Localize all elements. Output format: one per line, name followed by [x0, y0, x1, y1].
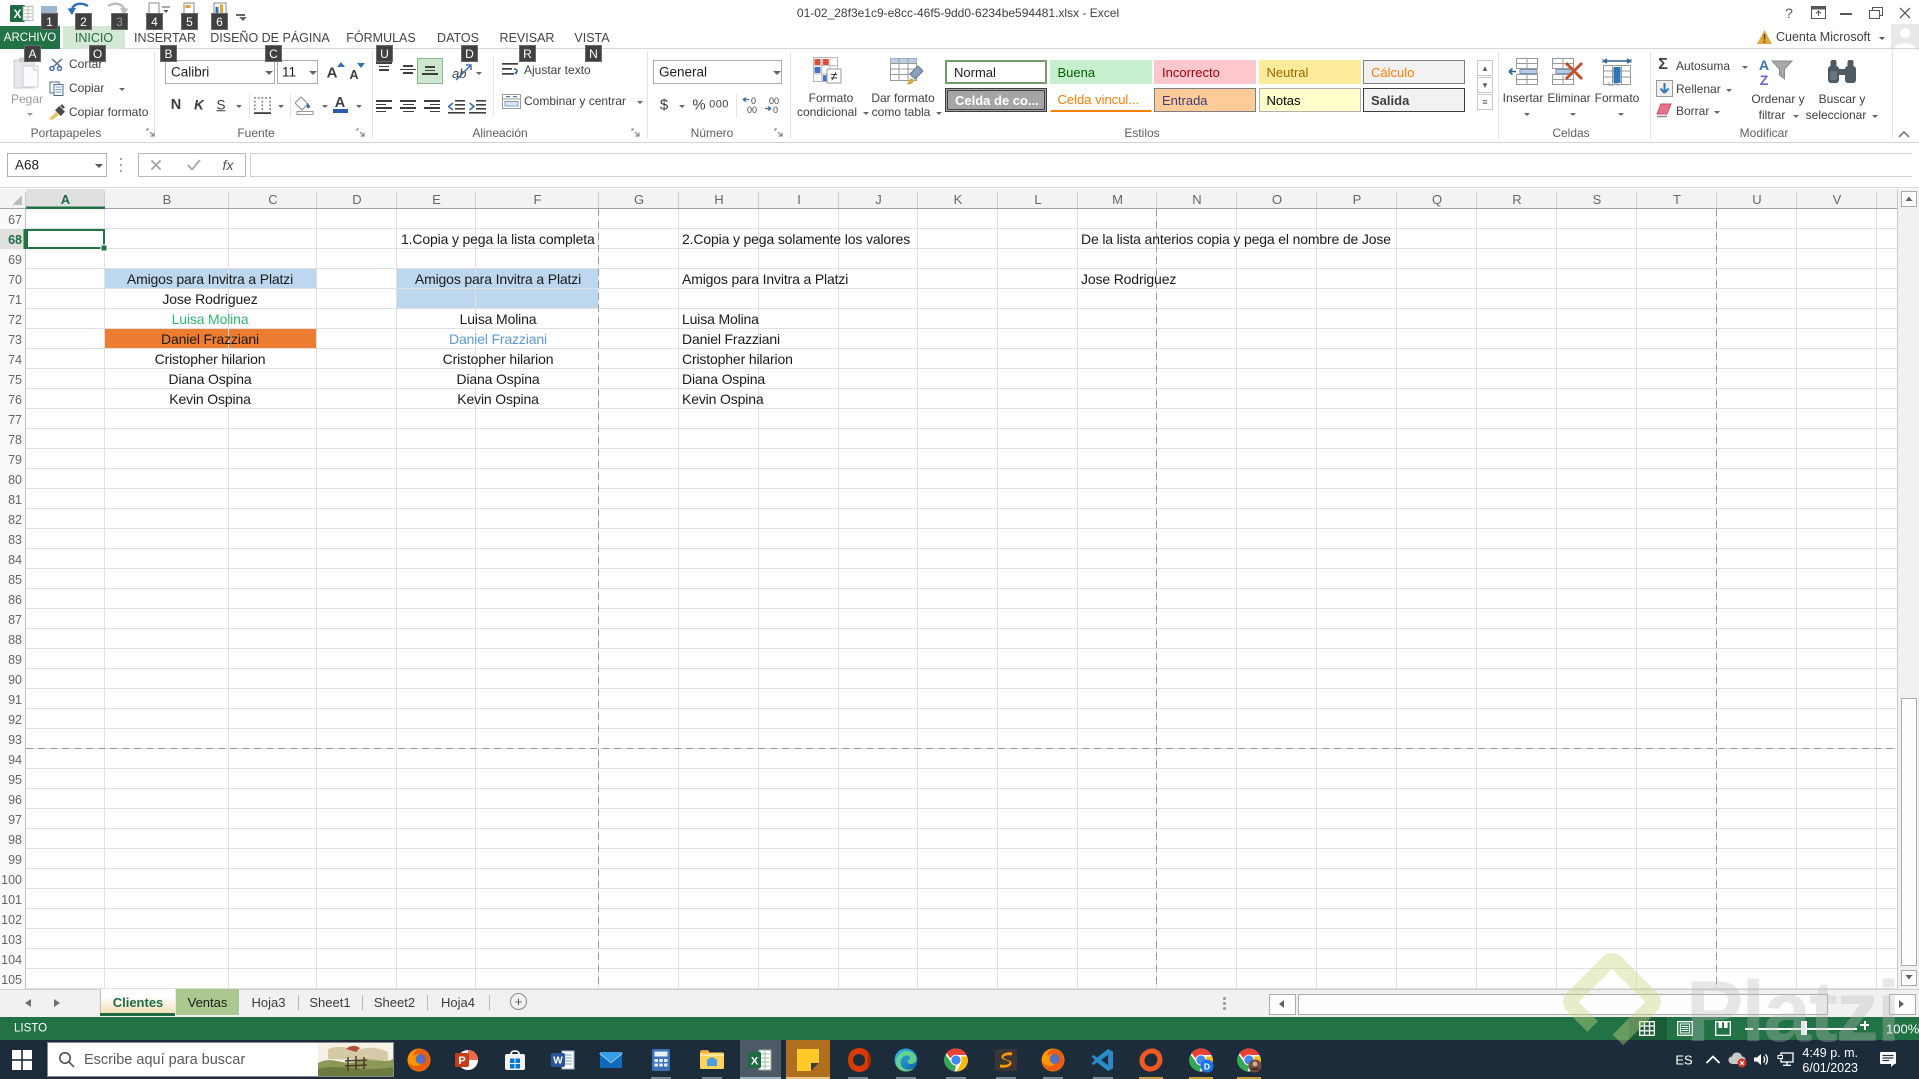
svg-text:E: E — [432, 192, 441, 207]
svg-text:V: V — [1833, 192, 1842, 207]
svg-text:Platzi: Platzi — [1686, 964, 1899, 1060]
svg-text:N: N — [1192, 192, 1201, 207]
svg-text:O: O — [1272, 192, 1282, 207]
svg-text:T: T — [1673, 192, 1681, 207]
svg-text:Amigos para Invitra a Platzi: Amigos para Invitra a Platzi — [127, 271, 293, 287]
svg-text:Jose Rodriguez: Jose Rodriguez — [162, 291, 257, 307]
svg-text:Cristopher hilarion: Cristopher hilarion — [155, 351, 266, 367]
svg-text:1.Copia y pega la lista comple: 1.Copia y pega la lista completa — [401, 231, 595, 247]
svg-text:94: 94 — [8, 753, 22, 767]
svg-text:H: H — [714, 192, 723, 207]
svg-text:Amigos para Invitra a Platzi: Amigos para Invitra a Platzi — [415, 271, 581, 287]
svg-text:74: 74 — [8, 353, 22, 367]
svg-text:90: 90 — [8, 673, 22, 687]
svg-text:M: M — [1112, 192, 1123, 207]
svg-text:69: 69 — [8, 253, 22, 267]
svg-text:77: 77 — [8, 413, 22, 427]
svg-text:100: 100 — [1, 873, 22, 887]
svg-text:83: 83 — [8, 533, 22, 547]
svg-text:68: 68 — [8, 233, 22, 247]
svg-text:75: 75 — [8, 373, 22, 387]
svg-text:Diana Ospina: Diana Ospina — [456, 371, 539, 387]
svg-text:82: 82 — [8, 513, 22, 527]
svg-text:ab: ab — [452, 66, 466, 81]
svg-text:K: K — [954, 192, 963, 207]
svg-text:87: 87 — [8, 613, 22, 627]
svg-text:70: 70 — [8, 273, 22, 287]
svg-text:102: 102 — [1, 913, 22, 927]
svg-text:95: 95 — [8, 773, 22, 787]
svg-text:84: 84 — [8, 553, 22, 567]
svg-text:00: 00 — [747, 105, 757, 114]
svg-text:86: 86 — [8, 593, 22, 607]
svg-text:88: 88 — [8, 633, 22, 647]
svg-text:89: 89 — [8, 653, 22, 667]
svg-text:≠: ≠ — [830, 69, 837, 84]
svg-text:92: 92 — [8, 713, 22, 727]
svg-text:Diana Ospina: Diana Ospina — [682, 371, 765, 387]
svg-text:101: 101 — [1, 893, 22, 907]
svg-text:Luisa Molina: Luisa Molina — [460, 311, 537, 327]
svg-text:0: 0 — [773, 105, 778, 114]
svg-text:79: 79 — [8, 453, 22, 467]
svg-text:Z: Z — [1760, 72, 1769, 87]
svg-text:104: 104 — [1, 953, 22, 967]
svg-text:U: U — [1752, 192, 1761, 207]
svg-text:2.Copia y pega solamente los v: 2.Copia y pega solamente los valores — [682, 231, 910, 247]
svg-text:97: 97 — [8, 813, 22, 827]
svg-text:Cristopher hilarion: Cristopher hilarion — [443, 351, 554, 367]
svg-text:81: 81 — [8, 493, 22, 507]
svg-text:Daniel Frazziani: Daniel Frazziani — [161, 331, 259, 347]
svg-text:Kevin Ospina: Kevin Ospina — [457, 391, 539, 407]
svg-text:Jose Rodriguez: Jose Rodriguez — [1081, 271, 1176, 287]
svg-text:80: 80 — [8, 473, 22, 487]
svg-text:L: L — [1034, 192, 1041, 207]
svg-text:76: 76 — [8, 393, 22, 407]
svg-text:103: 103 — [1, 933, 22, 947]
svg-text:78: 78 — [8, 433, 22, 447]
svg-text:Amigos para Invitra a Platzi: Amigos para Invitra a Platzi — [682, 271, 848, 287]
svg-text:B: B — [163, 192, 172, 207]
svg-text:72: 72 — [8, 313, 22, 327]
svg-text:A: A — [61, 192, 71, 207]
svg-text:S: S — [1593, 192, 1602, 207]
svg-text:X: X — [13, 7, 21, 21]
svg-text:D: D — [352, 192, 361, 207]
svg-text:A: A — [1759, 57, 1769, 73]
svg-text:Cristopher hilarion: Cristopher hilarion — [682, 351, 793, 367]
svg-text:71: 71 — [8, 293, 22, 307]
svg-text:P: P — [458, 1055, 465, 1067]
svg-text:Daniel Frazziani: Daniel Frazziani — [449, 331, 547, 347]
svg-text:91: 91 — [8, 693, 22, 707]
svg-text:Q: Q — [1432, 192, 1442, 207]
svg-text:105: 105 — [1, 973, 22, 987]
svg-text:X: X — [751, 1056, 759, 1068]
svg-text:G: G — [634, 192, 644, 207]
svg-text:73: 73 — [8, 333, 22, 347]
svg-text:P: P — [1353, 192, 1362, 207]
svg-text:Luisa Molina: Luisa Molina — [172, 311, 249, 327]
svg-text:W: W — [553, 1056, 563, 1067]
svg-text:98: 98 — [8, 833, 22, 847]
svg-text:96: 96 — [8, 793, 22, 807]
svg-text:93: 93 — [8, 733, 22, 747]
svg-text:I: I — [797, 192, 801, 207]
svg-text:D: D — [1204, 1061, 1210, 1071]
svg-text:J: J — [875, 192, 882, 207]
svg-text:99: 99 — [8, 853, 22, 867]
svg-text:C: C — [268, 192, 277, 207]
svg-text:Kevin Ospina: Kevin Ospina — [682, 391, 764, 407]
svg-text:R: R — [1512, 192, 1521, 207]
svg-text:67: 67 — [8, 213, 22, 227]
svg-text:85: 85 — [8, 573, 22, 587]
svg-text:De la lista anterios copia y p: De la lista anterios copia y pega el nom… — [1081, 231, 1391, 247]
svg-text:Daniel Frazziani: Daniel Frazziani — [682, 331, 780, 347]
svg-text:Kevin Ospina: Kevin Ospina — [169, 391, 251, 407]
svg-text:Luisa Molina: Luisa Molina — [682, 311, 759, 327]
svg-text:Diana Ospina: Diana Ospina — [168, 371, 251, 387]
svg-text:F: F — [534, 192, 542, 207]
